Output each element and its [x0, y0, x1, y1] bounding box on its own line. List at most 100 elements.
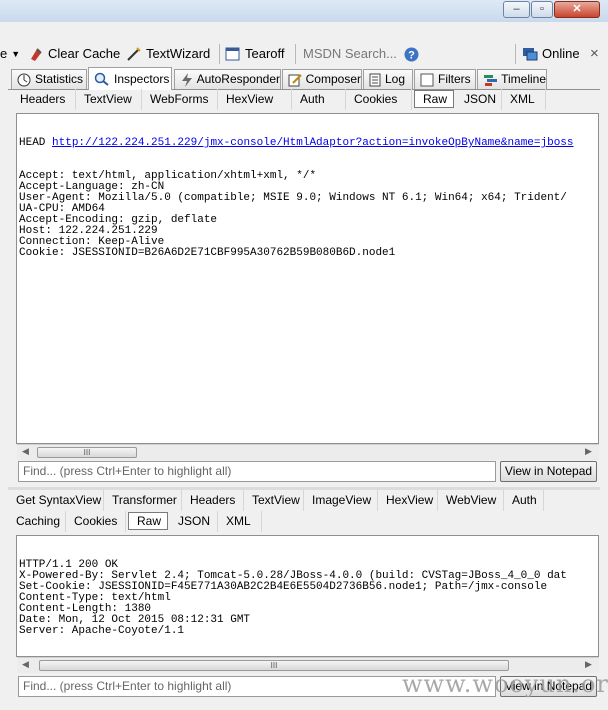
tab-autoresponder-label: AutoResponder: [196, 72, 280, 86]
tab-log[interactable]: Log: [363, 69, 413, 89]
tab-autoresponder[interactable]: AutoResponder: [174, 69, 281, 89]
clear-cache-icon: [31, 48, 42, 61]
tab-filters-label: Filters: [438, 72, 471, 86]
statistics-icon: [17, 73, 31, 86]
scroll-grip: III: [270, 661, 278, 670]
subtab-xml[interactable]: XML: [218, 511, 262, 532]
textwizard-icon: [127, 47, 141, 61]
close-glyph: ×: [590, 45, 599, 62]
response-subtabs-row1: Get SyntaxView Transformer Headers TextView…: [8, 490, 544, 511]
tab-statistics-label: Statistics: [35, 72, 84, 86]
request-method: HEAD: [19, 137, 53, 149]
request-scroll-thumb[interactable]: III: [37, 447, 137, 458]
request-horizontal-scrollbar[interactable]: ◀ III ▶: [17, 444, 599, 460]
subtab-cookies[interactable]: Cookies: [346, 89, 412, 110]
tearoff-label: Tearoff: [245, 46, 285, 61]
scroll-left-icon[interactable]: ◀: [22, 446, 29, 457]
window-close-button[interactable]: ✕: [554, 1, 600, 18]
tearoff-icon: [225, 47, 240, 61]
subtab-get-syntaxview[interactable]: Get SyntaxView: [8, 490, 104, 511]
subtab-raw[interactable]: Raw: [414, 90, 454, 108]
toolbar-separator: [515, 44, 516, 64]
request-find-input[interactable]: Find... (press Ctrl+Enter to highlight a…: [18, 461, 496, 482]
subtab-transformer[interactable]: Transformer: [104, 490, 182, 511]
tab-inspectors-label: Inspectors: [114, 71, 170, 86]
online-indicator[interactable]: Online: [522, 46, 580, 62]
watermark: www.wooyun.org: [402, 670, 608, 698]
subtab-webforms[interactable]: WebForms: [142, 89, 218, 110]
subtab-auth[interactable]: Auth: [292, 89, 346, 110]
request-header-line: Cookie: JSESSIONID=B26A6D2E71CBF995A3076…: [19, 247, 396, 259]
response-subtabs-row2: Caching Cookies Raw JSON XML: [8, 511, 262, 532]
response-headers: HTTP/1.1 200 OK X-Powered-By: Servlet 2.4…: [19, 560, 598, 637]
msdn-search-placeholder: MSDN Search...: [303, 46, 397, 61]
request-raw-text[interactable]: HEAD http://122.224.251.229/jmx-console/…: [16, 113, 599, 444]
scroll-right-icon[interactable]: ▶: [585, 446, 592, 457]
subtab-hexview[interactable]: HexView: [218, 89, 292, 110]
subtab-raw[interactable]: Raw: [128, 512, 168, 530]
svg-text:?: ?: [408, 49, 415, 61]
network-icon: [523, 48, 538, 61]
tearoff-button[interactable]: Tearoff: [225, 46, 285, 62]
toolbar-partial-label: e: [0, 46, 8, 61]
help-button[interactable]: ?: [404, 46, 419, 62]
subtab-xml[interactable]: XML: [502, 89, 546, 110]
scroll-left-icon[interactable]: ◀: [22, 659, 29, 670]
scroll-right-icon[interactable]: ▶: [585, 659, 592, 670]
subtab-textview[interactable]: TextView: [76, 89, 142, 110]
composer-icon: [288, 73, 302, 86]
tab-filters[interactable]: Filters: [414, 69, 476, 89]
response-header-line: Server: Apache-Coyote/1.1: [19, 625, 185, 637]
tab-timeline-label: Timeline: [501, 72, 546, 86]
request-line: HEAD http://122.224.251.229/jmx-console/…: [19, 138, 598, 149]
subtab-webview[interactable]: WebView: [438, 490, 504, 511]
request-headers: Accept: text/html, application/xhtml+xml…: [19, 171, 598, 259]
request-subtabs: Headers TextView WebForms HexView Auth Cookie…: [12, 89, 546, 110]
clear-cache-button[interactable]: Clear Cache: [28, 46, 120, 62]
response-find-placeholder: Find... (press Ctrl+Enter to highlight a…: [23, 679, 232, 693]
watermark-text: www.wooyun.org: [402, 670, 608, 698]
request-header-line: User-Agent: Mozilla/5.0 (compatible; MSI…: [19, 192, 567, 204]
subtab-cookies[interactable]: Cookies: [66, 511, 126, 532]
clear-cache-label: Clear Cache: [48, 46, 121, 61]
help-icon: ?: [404, 47, 419, 61]
textwizard-label: TextWizard: [146, 46, 211, 61]
response-raw-text[interactable]: HTTP/1.1 200 OK X-Powered-By: Servlet 2.4…: [16, 535, 599, 657]
textwizard-button[interactable]: TextWizard: [126, 46, 210, 62]
tab-composer-label: Composer: [305, 72, 361, 86]
subtab-json[interactable]: JSON: [456, 89, 502, 110]
lightning-icon: [182, 72, 192, 87]
subtab-auth[interactable]: Auth: [504, 490, 544, 511]
tab-timeline[interactable]: Timeline: [477, 69, 547, 89]
tab-inspectors[interactable]: Inspectors: [88, 67, 172, 90]
request-view-in-notepad-label: View in Notepad: [504, 464, 593, 478]
subtab-json[interactable]: JSON: [170, 511, 218, 532]
tab-statistics[interactable]: Statistics: [11, 69, 87, 89]
maximize-button[interactable]: ▫: [531, 1, 553, 18]
close-toolbar-icon[interactable]: ×: [590, 46, 599, 62]
request-view-in-notepad-button[interactable]: View in Notepad: [500, 461, 597, 482]
inspectors-icon: [94, 72, 109, 86]
request-url-link[interactable]: http://122.224.251.229/jmx-console/HtmlA…: [52, 137, 574, 149]
dropdown-arrow-icon: ▼: [11, 49, 21, 59]
toolbar-separator: [295, 44, 296, 64]
toolbar-partial-item[interactable]: e ▼: [0, 46, 20, 62]
tab-log-label: Log: [385, 72, 406, 86]
tab-composer[interactable]: Composer: [282, 69, 362, 89]
subtab-imageview[interactable]: ImageView: [304, 490, 378, 511]
log-icon: [369, 73, 381, 86]
minimize-button[interactable]: –: [503, 1, 530, 18]
subtab-hexview[interactable]: HexView: [378, 490, 438, 511]
msdn-search-input[interactable]: MSDN Search...: [303, 46, 397, 62]
online-label: Online: [542, 46, 580, 61]
subtab-textview[interactable]: TextView: [244, 490, 304, 511]
toolbar-separator: [219, 44, 220, 64]
checkbox-icon: [420, 73, 434, 86]
subtab-headers[interactable]: Headers: [182, 490, 244, 511]
subtab-headers[interactable]: Headers: [12, 89, 76, 110]
request-find-placeholder: Find... (press Ctrl+Enter to highlight a…: [23, 464, 232, 478]
subtab-caching[interactable]: Caching: [8, 511, 66, 532]
window-titlebar: – ▫ ✕: [0, 0, 608, 22]
timeline-icon: [484, 74, 497, 86]
scroll-grip: III: [83, 448, 91, 457]
